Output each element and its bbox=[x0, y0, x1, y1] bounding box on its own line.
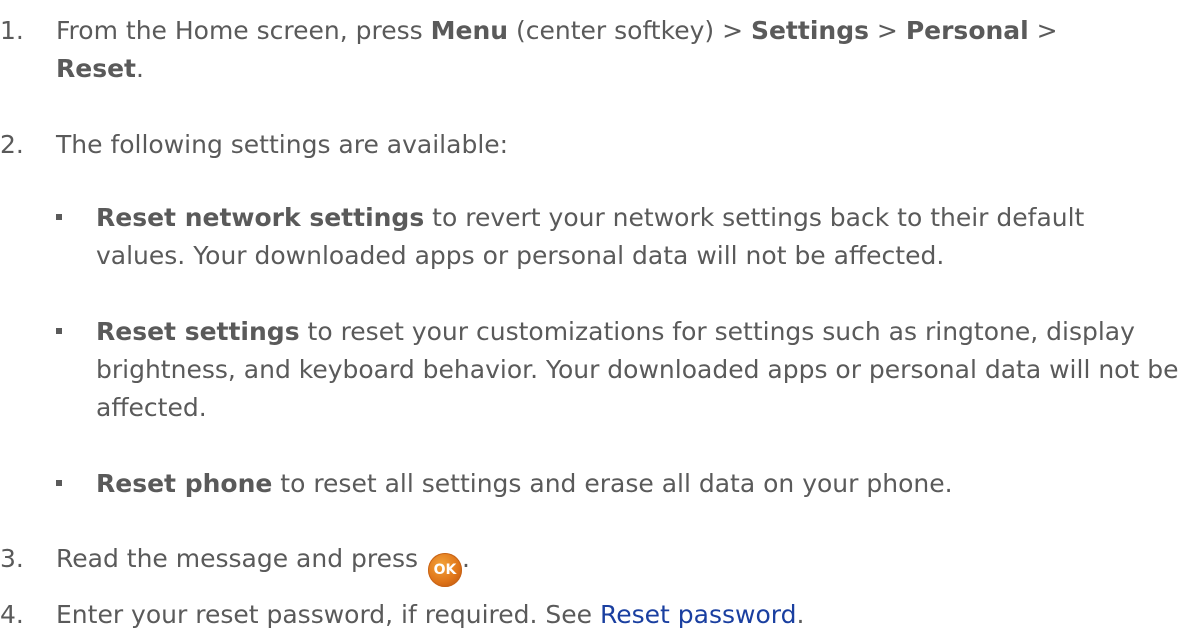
step-number: 4. bbox=[0, 600, 24, 629]
bullet-text: Reset settings to reset your customizati… bbox=[96, 313, 1181, 427]
step-text: Enter your reset password, if required. … bbox=[56, 596, 1176, 634]
square-bullet-icon bbox=[56, 214, 62, 220]
ok-button-icon: OK bbox=[428, 553, 462, 587]
step-text-part: . bbox=[462, 544, 470, 573]
bullet-text: Reset network settings to revert your ne… bbox=[96, 199, 1181, 275]
step-text-part: . bbox=[136, 54, 144, 83]
bullet-bold-term: Reset settings bbox=[96, 317, 300, 346]
step-text-part: > bbox=[868, 16, 906, 45]
step-text: The following settings are available: bbox=[56, 130, 509, 159]
step-number: 1. bbox=[0, 16, 24, 45]
bullet-description: to reset all settings and erase all data… bbox=[272, 469, 953, 498]
settings-label: Settings bbox=[750, 16, 869, 45]
square-bullet-icon bbox=[56, 328, 62, 334]
step-text-part: Enter your reset password, if required. … bbox=[56, 600, 600, 629]
bullet-text: Reset phone to reset all settings and er… bbox=[96, 465, 1181, 503]
reset-password-link[interactable]: Reset password bbox=[600, 600, 796, 629]
personal-label: Personal bbox=[905, 16, 1029, 45]
bullet-bold-term: Reset phone bbox=[96, 469, 273, 498]
step-text: Read the message and press OK. bbox=[56, 540, 1176, 587]
reset-label: Reset bbox=[56, 54, 136, 83]
step-text: From the Home screen, press Menu (center… bbox=[56, 12, 1176, 88]
step-text-part: > bbox=[1028, 16, 1058, 45]
step-text-part: Read the message and press bbox=[56, 544, 426, 573]
step-text-part: . bbox=[796, 600, 805, 629]
square-bullet-icon bbox=[56, 480, 62, 486]
menu-label: Menu bbox=[430, 16, 509, 45]
step-number: 3. bbox=[0, 544, 24, 573]
step-number: 2. bbox=[0, 130, 24, 159]
step-text-part: From the Home screen, press bbox=[56, 16, 431, 45]
step-text-part: (center softkey) > bbox=[508, 16, 751, 45]
bullet-bold-term: Reset network settings bbox=[96, 203, 425, 232]
